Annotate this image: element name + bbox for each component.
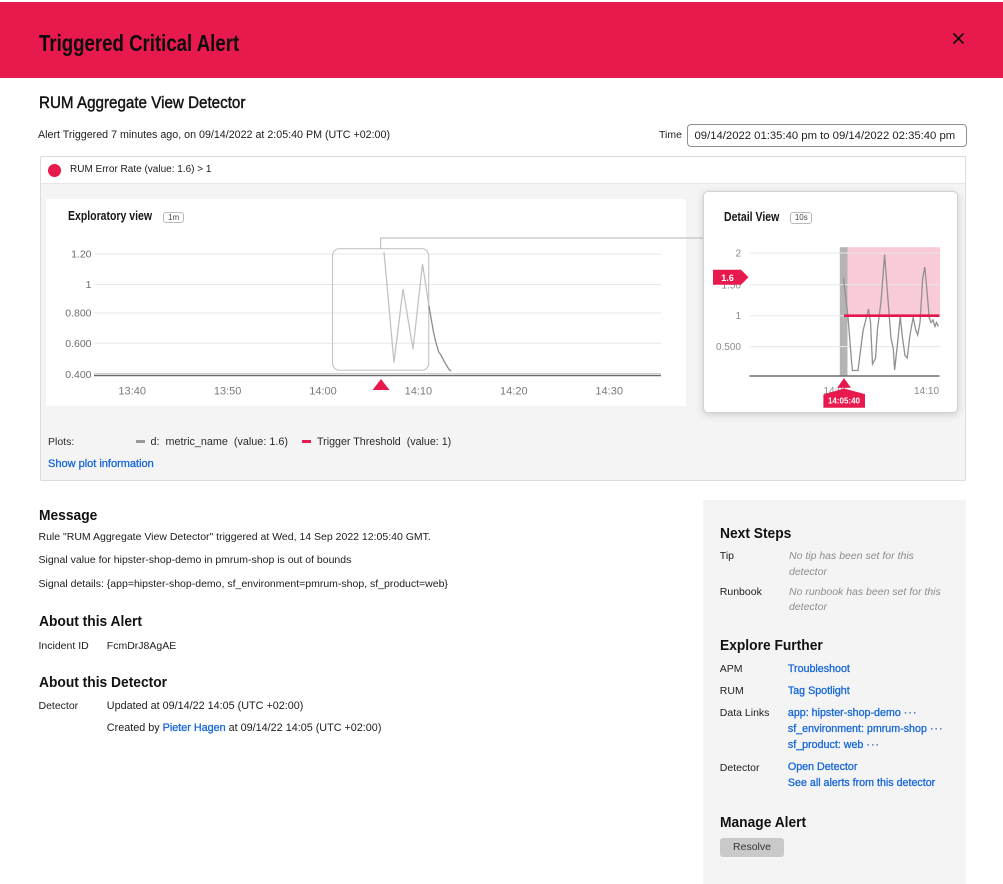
svg-text:14:10: 14:10	[405, 386, 433, 398]
svg-text:1: 1	[735, 311, 741, 322]
svg-text:13:50: 13:50	[214, 386, 242, 398]
svg-text:14:10: 14:10	[914, 386, 939, 397]
svg-text:1.20: 1.20	[71, 249, 92, 261]
svg-text:0.800: 0.800	[65, 308, 91, 320]
svg-text:1.6: 1.6	[721, 273, 734, 283]
svg-text:1: 1	[86, 279, 92, 291]
svg-text:14:05:40: 14:05:40	[828, 397, 861, 406]
svg-text:0.500: 0.500	[716, 342, 741, 353]
svg-text:14:00: 14:00	[309, 386, 337, 398]
svg-text:14:20: 14:20	[500, 386, 528, 398]
svg-text:14:30: 14:30	[595, 386, 623, 398]
svg-text:13:40: 13:40	[118, 386, 146, 398]
svg-text:0.400: 0.400	[65, 369, 91, 381]
svg-text:0.600: 0.600	[65, 338, 91, 350]
svg-text:2: 2	[735, 249, 741, 260]
